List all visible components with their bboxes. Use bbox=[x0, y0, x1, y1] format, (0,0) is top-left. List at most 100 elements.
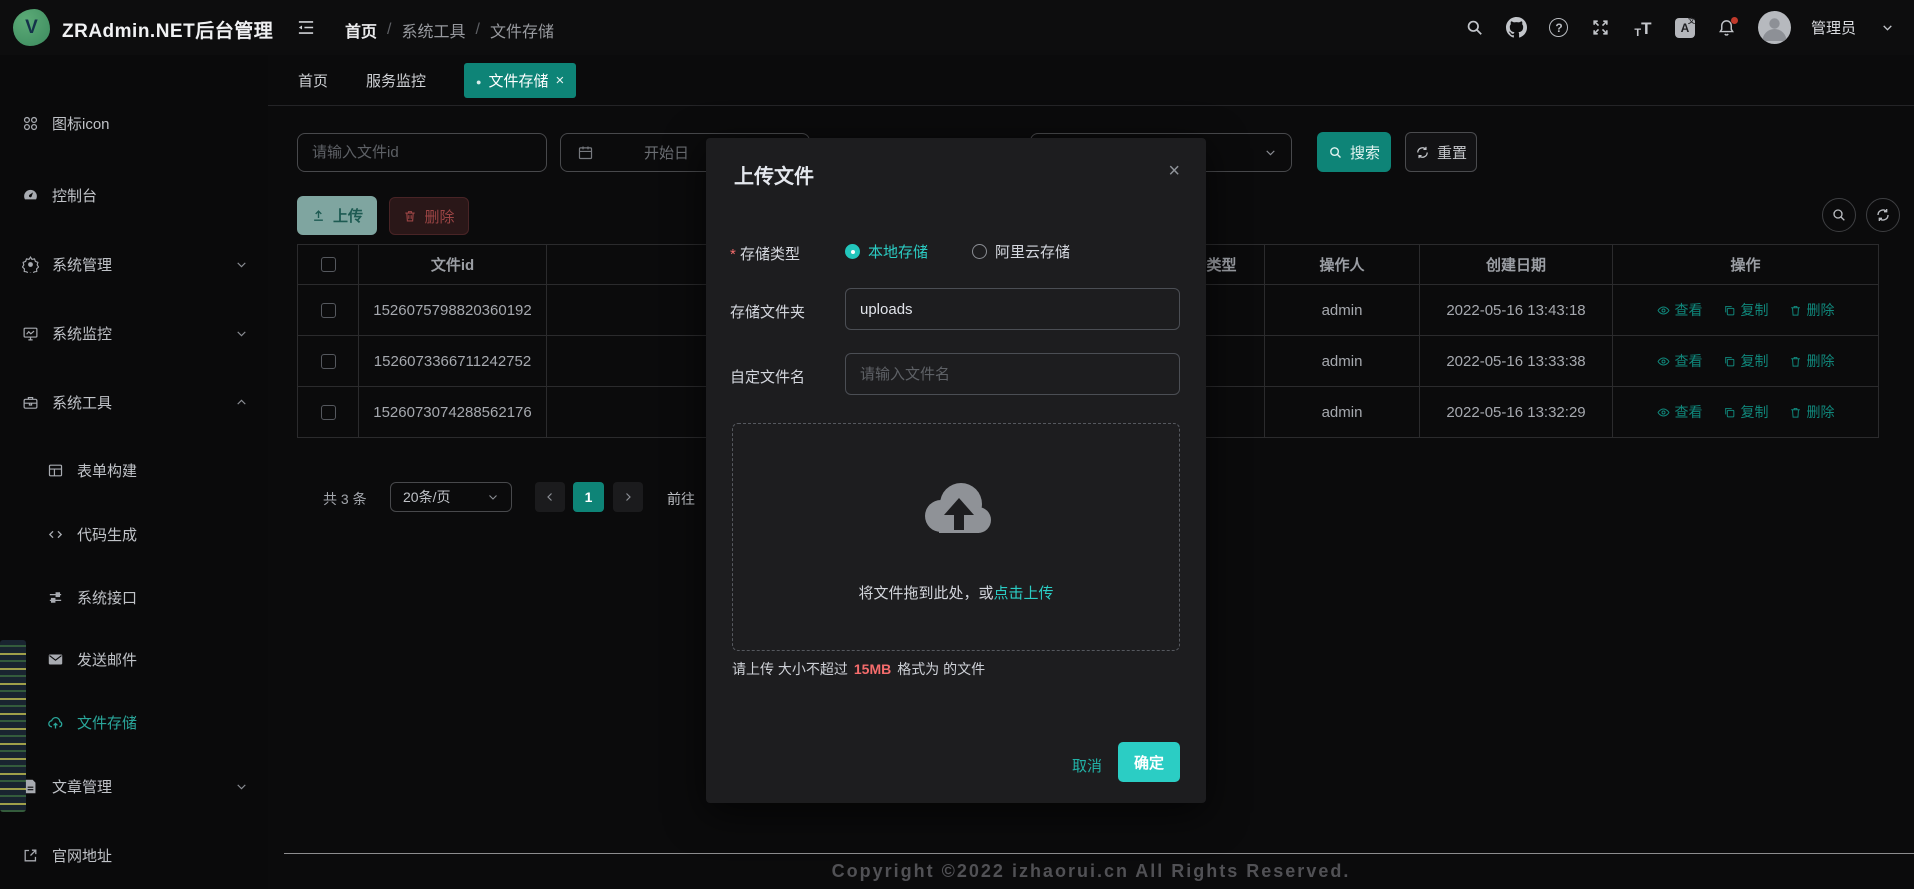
folder-input[interactable] bbox=[846, 301, 1179, 318]
external-link-icon bbox=[22, 847, 39, 864]
cancel-button[interactable]: 取消 bbox=[1072, 755, 1102, 776]
copy-label: 复制 bbox=[1741, 402, 1769, 422]
filename-label: 自定文件名 bbox=[730, 366, 842, 387]
dashboard-icon bbox=[22, 187, 39, 204]
file-id-input[interactable] bbox=[298, 144, 546, 161]
sidebar-item-console[interactable]: 控制台 bbox=[0, 175, 268, 215]
sliders-icon bbox=[47, 589, 64, 606]
page-size-select[interactable]: 20条/页 bbox=[390, 482, 512, 512]
tab-close-icon[interactable] bbox=[555, 72, 564, 89]
sidebar-item-icons[interactable]: 图标icon bbox=[0, 103, 268, 143]
breadcrumb-separator: / bbox=[475, 21, 479, 39]
fullscreen-icon[interactable] bbox=[1590, 17, 1612, 39]
reset-button[interactable]: 重置 bbox=[1405, 132, 1477, 172]
breadcrumb-home[interactable]: 首页 bbox=[345, 18, 377, 42]
view-label: 查看 bbox=[1675, 351, 1703, 371]
upload-button[interactable]: 上传 bbox=[297, 196, 377, 235]
upload-tip: 请上传 大小不超过 15MB 格式为 的文件 bbox=[732, 659, 985, 679]
copy-link[interactable]: 复制 bbox=[1723, 402, 1769, 422]
sidebar-item-articles[interactable]: 文章管理 bbox=[0, 766, 268, 806]
folder-input-wrap bbox=[845, 288, 1180, 330]
view-label: 查看 bbox=[1675, 402, 1703, 422]
copy-link[interactable]: 复制 bbox=[1723, 300, 1769, 320]
radio-selected-icon bbox=[845, 244, 860, 259]
chevron-down-icon[interactable] bbox=[1876, 17, 1898, 39]
sidebar-item-send-mail[interactable]: 发送邮件 bbox=[0, 639, 268, 679]
table-search-toggle-button[interactable] bbox=[1822, 198, 1856, 232]
font-size-icon[interactable]: TT bbox=[1632, 17, 1654, 39]
header-checkbox-cell bbox=[298, 245, 359, 285]
sidebar-item-system-monitor[interactable]: 系统监控 bbox=[0, 313, 268, 353]
search-button-label: 搜索 bbox=[1350, 142, 1380, 163]
select-all-checkbox[interactable] bbox=[321, 257, 336, 272]
view-link[interactable]: 查看 bbox=[1657, 351, 1703, 371]
col-operator: 操作人 bbox=[1265, 245, 1420, 285]
prev-page-button[interactable] bbox=[535, 482, 565, 512]
radio-aliyun-storage[interactable]: 阿里云存储 bbox=[972, 241, 1070, 262]
github-icon[interactable] bbox=[1506, 17, 1528, 39]
radio-local-storage[interactable]: 本地存储 bbox=[845, 241, 928, 262]
delete-link[interactable]: 删除 bbox=[1789, 300, 1835, 320]
help-icon[interactable] bbox=[1548, 17, 1570, 39]
sidebar-item-code-gen[interactable]: 代码生成 bbox=[0, 514, 268, 554]
chevron-right-icon bbox=[622, 491, 634, 503]
tab-home[interactable]: 首页 bbox=[298, 70, 328, 91]
row-checkbox[interactable] bbox=[321, 354, 336, 369]
delete-link[interactable]: 删除 bbox=[1789, 351, 1835, 371]
footer-divider bbox=[284, 853, 1914, 854]
cell-operator: admin bbox=[1265, 285, 1420, 336]
upload-dropzone[interactable]: 将文件拖到此处，或点击上传 bbox=[732, 423, 1180, 651]
upload-dialog: 上传文件 存储类型 本地存储 阿里云存储 存储文件夹 自定文件名 将文件拖到此处… bbox=[706, 138, 1206, 803]
user-avatar[interactable] bbox=[1758, 11, 1791, 44]
translate-icon[interactable]: A bbox=[1674, 17, 1696, 39]
folder-label: 存储文件夹 bbox=[730, 301, 842, 322]
breadcrumb-separator: / bbox=[387, 21, 391, 39]
user-name[interactable]: 管理员 bbox=[1811, 17, 1856, 38]
radio-label: 本地存储 bbox=[868, 241, 928, 262]
sidebar-item-system-tools[interactable]: 系统工具 bbox=[0, 382, 268, 422]
sidebar-item-label: 文章管理 bbox=[52, 776, 112, 797]
view-link[interactable]: 查看 bbox=[1657, 402, 1703, 422]
copy-link[interactable]: 复制 bbox=[1723, 351, 1769, 371]
footer-copyright: Copyright ©2022 izhaorui.cn All Rights R… bbox=[268, 861, 1914, 882]
envelope-icon bbox=[47, 651, 64, 668]
sidebar-fold-icon[interactable] bbox=[296, 18, 316, 37]
table-refresh-button[interactable] bbox=[1866, 198, 1900, 232]
dialog-close-icon[interactable] bbox=[1168, 160, 1180, 183]
breadcrumb-system-tools[interactable]: 系统工具 bbox=[401, 18, 465, 42]
breadcrumb-file-storage[interactable]: 文件存储 bbox=[490, 18, 554, 42]
chevron-left-icon bbox=[544, 491, 556, 503]
dialog-title: 上传文件 bbox=[734, 160, 814, 189]
tip-suffix: 格式为 的文件 bbox=[897, 659, 985, 679]
delete-button[interactable]: 删除 bbox=[389, 197, 469, 235]
row-checkbox[interactable] bbox=[321, 303, 336, 318]
filename-input[interactable] bbox=[846, 366, 1179, 383]
sidebar-item-label: 代码生成 bbox=[77, 524, 137, 545]
calendar-icon bbox=[577, 144, 594, 161]
sidebar-item-home[interactable]: 首页 bbox=[0, 55, 268, 64]
sidebar-item-file-storage[interactable]: 文件存储 bbox=[0, 702, 268, 742]
confirm-button[interactable]: 确定 bbox=[1118, 742, 1180, 782]
sidebar-item-website-link[interactable]: 官网地址 bbox=[0, 835, 268, 875]
col-created-date: 创建日期 bbox=[1420, 245, 1613, 285]
next-page-button[interactable] bbox=[613, 482, 643, 512]
chevron-down-icon bbox=[235, 258, 248, 271]
tab-file-storage[interactable]: 文件存储 bbox=[464, 63, 576, 98]
tab-service-monitor[interactable]: 服务监控 bbox=[366, 70, 426, 91]
search-icon[interactable] bbox=[1464, 17, 1486, 39]
current-page-button[interactable]: 1 bbox=[573, 482, 604, 512]
sidebar-item-system-api[interactable]: 系统接口 bbox=[0, 577, 268, 617]
view-link[interactable]: 查看 bbox=[1657, 300, 1703, 320]
sidebar-item-form-builder[interactable]: 表单构建 bbox=[0, 450, 268, 490]
sidebar-item-system-admin[interactable]: 系统管理 bbox=[0, 244, 268, 284]
delete-link[interactable]: 删除 bbox=[1789, 402, 1835, 422]
dropzone-upload-link[interactable]: 点击上传 bbox=[994, 585, 1054, 602]
col-actions: 操作 bbox=[1613, 245, 1879, 285]
delete-label: 删除 bbox=[1807, 402, 1835, 422]
search-button[interactable]: 搜索 bbox=[1317, 132, 1391, 172]
notification-bell-icon[interactable] bbox=[1716, 17, 1738, 39]
tab-active-dot-icon bbox=[476, 72, 481, 89]
row-checkbox[interactable] bbox=[321, 405, 336, 420]
chevron-down-icon bbox=[235, 780, 248, 793]
cell-operator: admin bbox=[1265, 336, 1420, 387]
